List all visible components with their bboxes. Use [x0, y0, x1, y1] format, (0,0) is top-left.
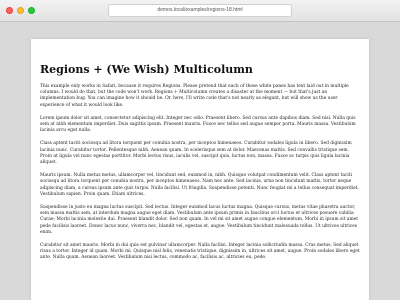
body-paragraph: Suspendisse in justo eu magna luctus sus…	[40, 205, 359, 235]
address-bar[interactable]: demos.local/examples/regions-18.html	[108, 4, 292, 17]
minimize-window-button[interactable]	[17, 7, 24, 14]
region-pane: Regions + (We Wish) Multicolumn This exa…	[31, 39, 369, 300]
address-bar-url: demos.local/examples/regions-18.html	[157, 7, 243, 13]
page-title: Regions + (We Wish) Multicolumn	[40, 63, 253, 76]
body-paragraph: Class aptent taciti sociosqu ad litora t…	[40, 141, 352, 166]
browser-window: demos.local/examples/regions-18.html Reg…	[0, 0, 400, 300]
intro-paragraph: This example only works in Safari, becau…	[40, 84, 349, 108]
body-paragraph: Mauris ipsum. Nulla metus metus, ullamco…	[40, 173, 359, 197]
maximize-window-button[interactable]	[28, 7, 35, 14]
body-paragraph: Lorem ipsum dolor sit amet, consectetur …	[40, 115, 356, 134]
close-window-button[interactable]	[6, 7, 13, 14]
window-controls	[6, 7, 35, 14]
browser-toolbar: demos.local/examples/regions-18.html	[0, 0, 400, 22]
body-paragraph: Curabitur sit amet mauris. Morbi in dui …	[40, 243, 360, 261]
